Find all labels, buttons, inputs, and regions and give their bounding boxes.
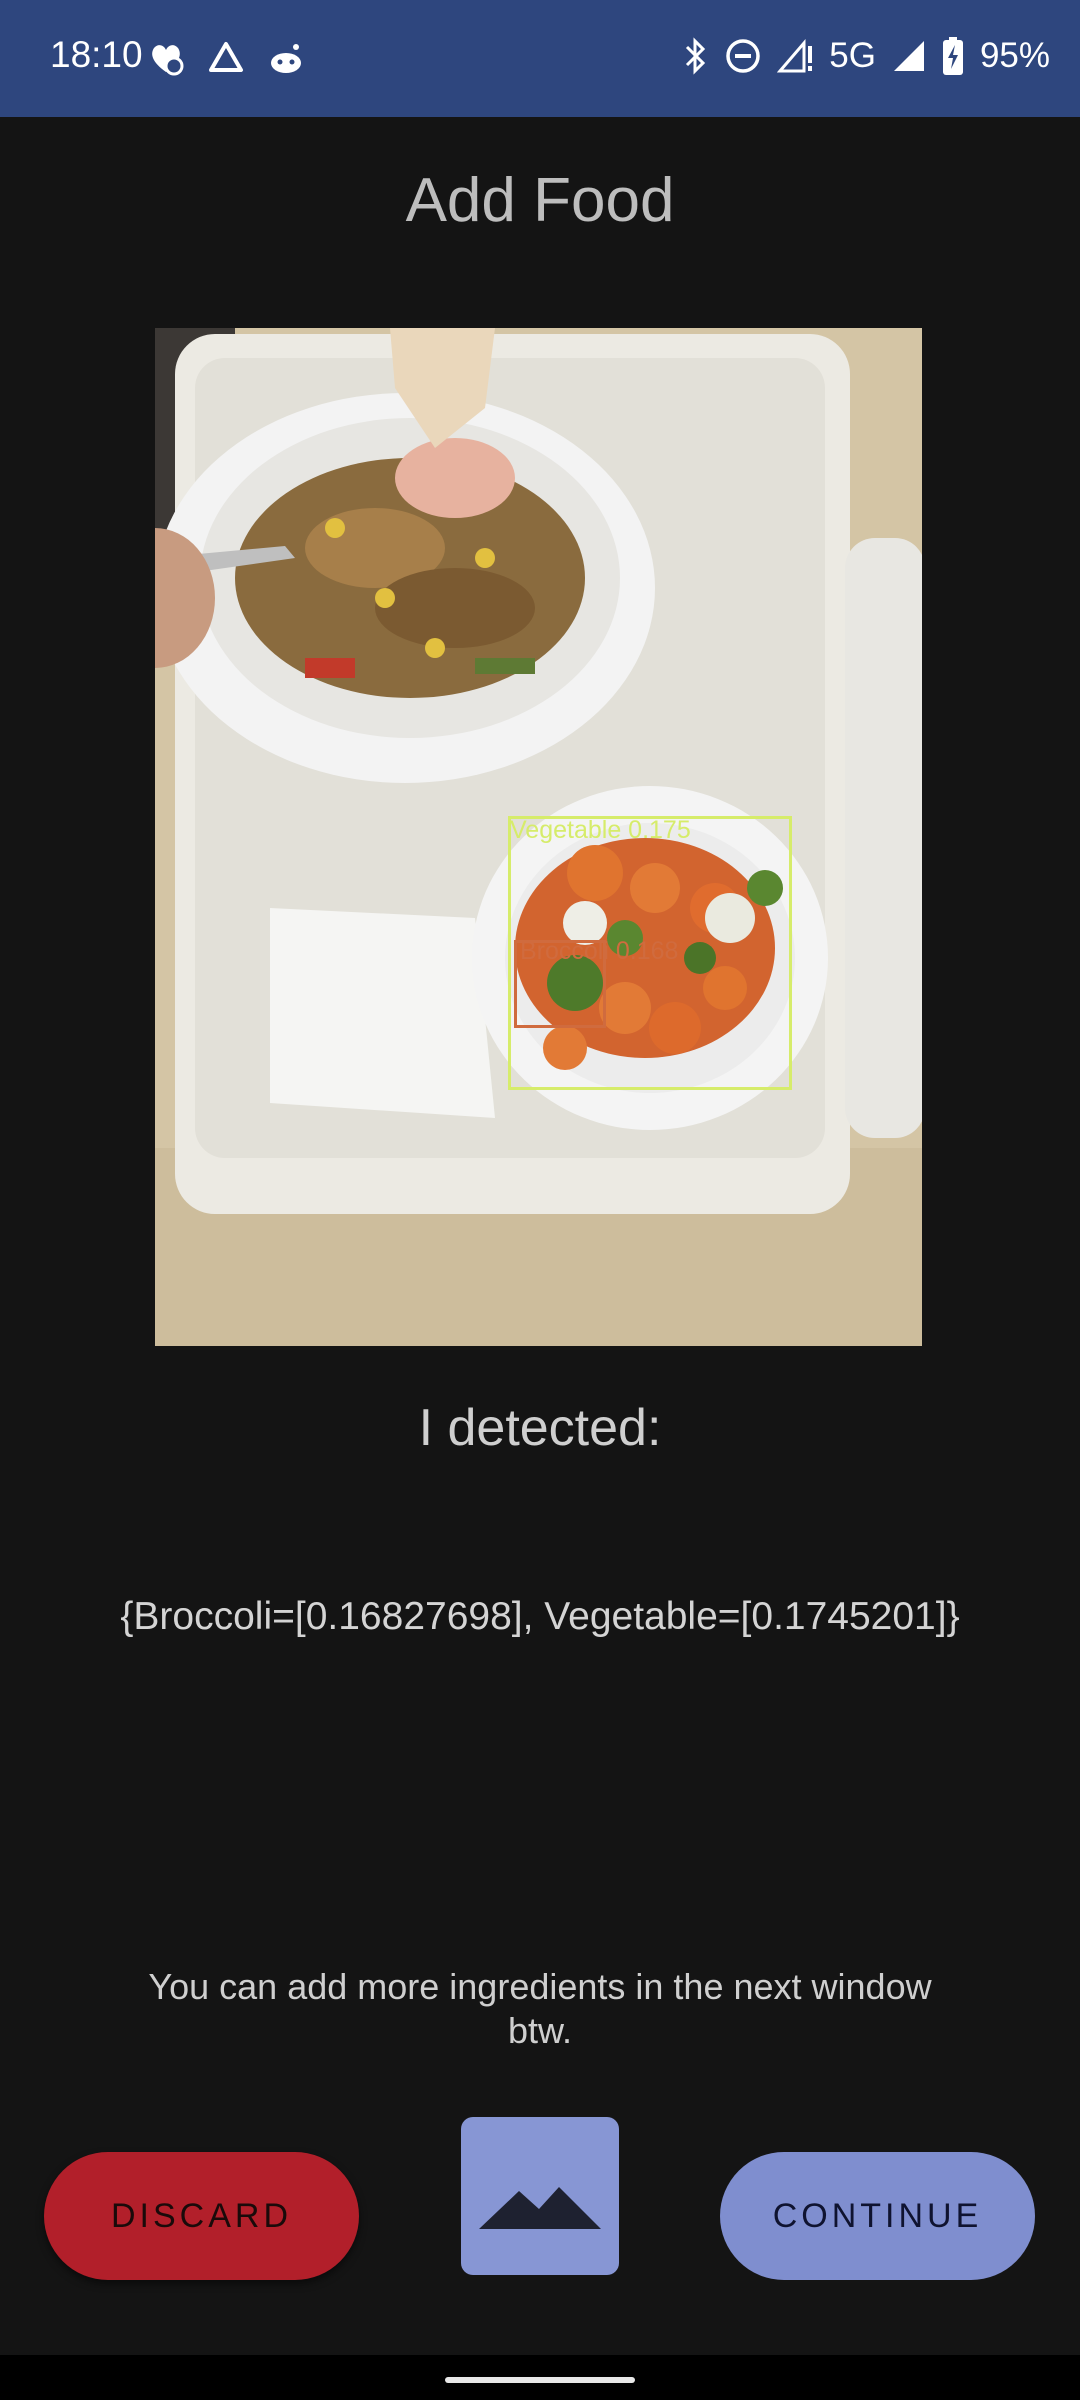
reddit-icon (271, 44, 301, 73)
detected-values: {Broccoli=[0.16827698], Vegetable=[0.174… (120, 1595, 960, 1638)
detection-label-broccoli: Broccoli 0.168 (520, 937, 679, 965)
do-not-disturb-icon (726, 39, 760, 73)
continue-button[interactable]: CONTINUE (720, 2152, 1035, 2280)
no-signal-icon (777, 38, 813, 73)
food-photo: Vegetable 0.175 Broccoli 0.168 (155, 328, 922, 1346)
health-app-icon (152, 45, 184, 76)
status-time: 18:10 (50, 34, 143, 75)
detection-label-vegetable: Vegetable 0.175 (510, 816, 691, 844)
drive-icon (209, 42, 243, 72)
system-icons: 5G 95% (683, 34, 1050, 78)
bluetooth-icon (686, 37, 706, 75)
detected-heading: I detected: (418, 1399, 662, 1457)
discard-button[interactable]: DISCARD (44, 2152, 359, 2280)
network-type: 5G (829, 36, 876, 75)
notification-icons (146, 36, 306, 80)
hint-text: You can add more ingredients in the next… (148, 1966, 932, 2051)
home-gesture-handle[interactable] (445, 2377, 635, 2383)
status-bar: 18:10 5G 95% (0, 0, 1080, 117)
image-icon (479, 2187, 601, 2229)
page-title: Add Food (405, 166, 675, 235)
battery-percent: 95% (979, 36, 1050, 75)
battery-charging-icon (942, 37, 963, 75)
gallery-button[interactable] (461, 2117, 619, 2275)
signal-icon (893, 41, 924, 71)
